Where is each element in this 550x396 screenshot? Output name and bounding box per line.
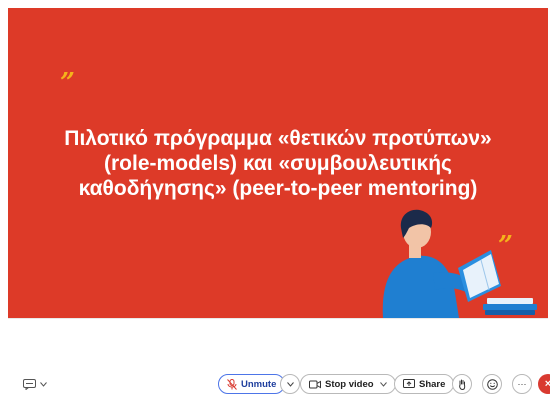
slide-title-line-2: (role-models) και «συμβουλευτικής	[104, 152, 452, 175]
raise-hand-button[interactable]	[452, 374, 472, 394]
shared-content-area: ” Πιλοτικό πρόγραμμα «θετικών προτύπων» …	[0, 0, 550, 325]
chevron-down-icon	[286, 381, 294, 387]
slide-title-line-1: Πιλοτικό πρόγραμμα «θετικών προτύπων»	[64, 127, 492, 150]
person-reading-illustration	[382, 209, 537, 318]
stop-video-button[interactable]: Stop video	[300, 374, 396, 394]
presentation-slide: ” Πιλοτικό πρόγραμμα «θετικών προτύπων» …	[8, 8, 548, 318]
video-camera-icon	[309, 380, 321, 388]
close-icon: ×	[544, 378, 550, 390]
chevron-down-icon[interactable]	[379, 381, 387, 387]
share-label: Share	[419, 378, 446, 390]
chevron-down-icon	[40, 381, 47, 387]
leave-meeting-button[interactable]: ×	[538, 374, 550, 394]
unmute-button[interactable]: Unmute	[218, 374, 286, 394]
reactions-button[interactable]	[482, 374, 502, 394]
opening-quote-mark: ”	[60, 68, 75, 98]
hand-icon	[458, 379, 465, 390]
slide-title: Πιλοτικό πρόγραμμα «θετικών προτύπων» (r…	[28, 126, 528, 201]
audio-options-button[interactable]	[280, 374, 300, 394]
stop-video-label: Stop video	[325, 378, 374, 390]
more-options-button[interactable]: ···	[512, 374, 532, 394]
chat-bubble-icon	[23, 378, 36, 390]
more-icon: ···	[517, 379, 527, 389]
share-button[interactable]: Share	[394, 374, 455, 394]
unmute-label: Unmute	[241, 378, 277, 390]
share-screen-icon	[403, 379, 415, 388]
muted-microphone-icon	[227, 378, 237, 390]
meeting-toolbar: Unmute Stop video Share ··· ×	[0, 372, 550, 396]
slide-divider	[8, 318, 548, 319]
chat-menu-button[interactable]	[23, 376, 47, 392]
smiley-icon	[486, 378, 498, 390]
